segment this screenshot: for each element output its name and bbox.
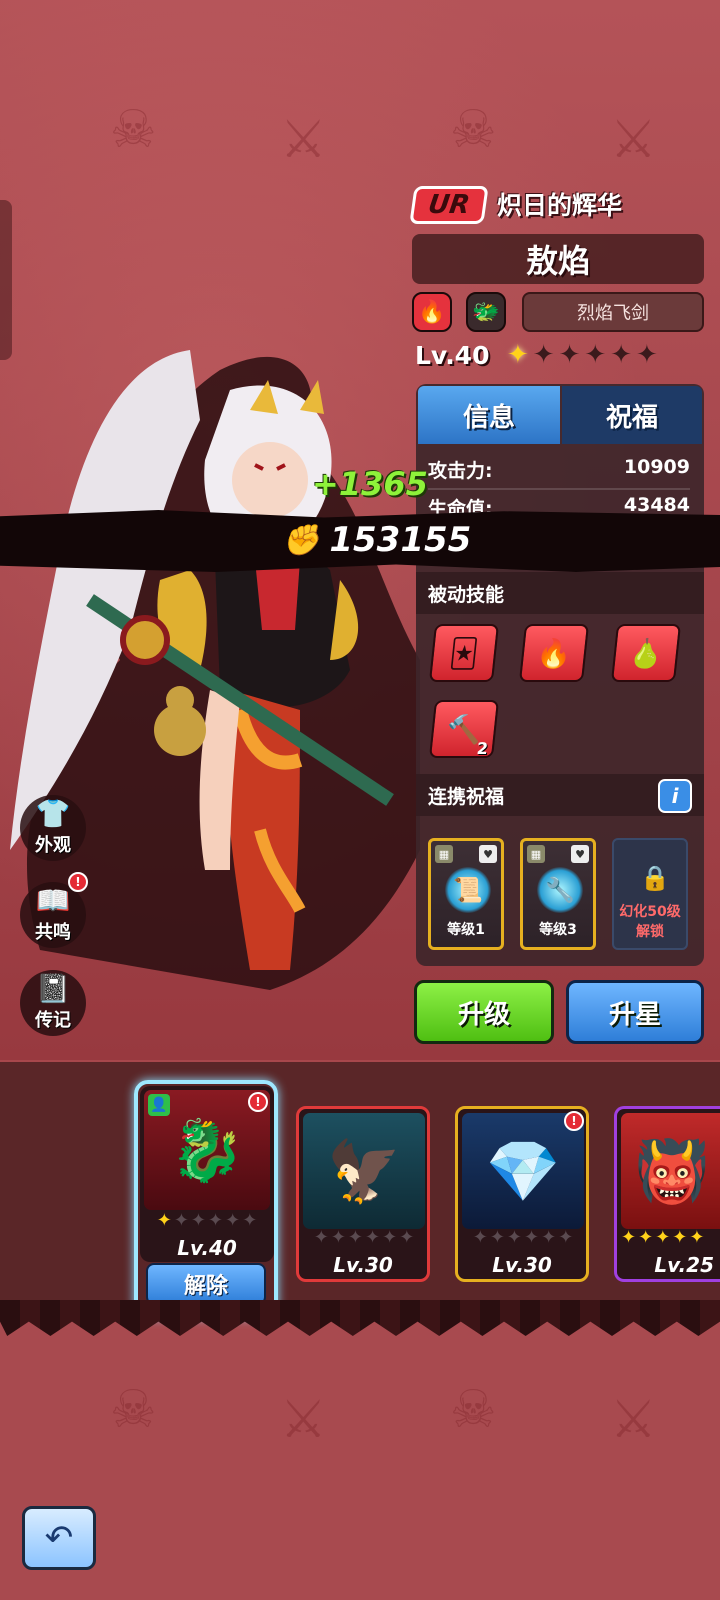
appearance-label: 外观: [35, 835, 71, 856]
resonance-label: 共鸣: [35, 922, 71, 943]
divider: [428, 488, 690, 490]
bg-pattern-icon: ☠: [450, 100, 497, 160]
alert-icon: !: [564, 1111, 584, 1131]
journal-icon: 📓: [35, 972, 71, 1005]
unlock-hint-line2: 解锁: [636, 924, 664, 940]
bg-pattern-icon: ☠: [450, 1380, 497, 1440]
hero-card[interactable]: 💎 ! ✦ ✦ ✦ ✦ ✦ ✦ Lv.30: [455, 1106, 589, 1282]
hero-portrait: 👹: [621, 1113, 720, 1229]
bg-pattern-icon: ⚔: [610, 1390, 657, 1450]
power-value: 153155: [329, 520, 472, 560]
flame-icon[interactable]: 🔥: [518, 624, 590, 682]
rarity-badge: UR: [409, 186, 489, 224]
power-delta: +1365: [312, 465, 428, 503]
bg-pattern-icon: ☠: [110, 1380, 157, 1440]
info-button[interactable]: i: [658, 779, 692, 813]
bg-pattern-icon: ⚔: [280, 110, 327, 170]
book-icon: ▦: [527, 845, 545, 863]
card-stars: ✦ ✦ ✦ ✦ ✦ ✦: [313, 1227, 415, 1248]
staff-icon[interactable]: 🔨 2: [428, 700, 500, 758]
background-bottom: [0, 1320, 720, 1600]
back-button[interactable]: ↶: [22, 1506, 96, 1570]
appearance-button[interactable]: 👕 外观: [20, 795, 86, 861]
biography-button[interactable]: 📓 传记: [20, 970, 86, 1036]
stat-value: 10909: [623, 456, 690, 478]
shirt-icon: 👕: [35, 797, 71, 830]
skill-badge: 2: [475, 739, 489, 758]
blessing-level: 等级1: [447, 922, 485, 938]
back-arrow-icon: ↶: [44, 1518, 74, 1558]
book-icon: 📖: [35, 884, 71, 917]
wrench-icon: 🔧: [537, 867, 583, 913]
hero-title: 炽日的辉华: [497, 191, 623, 220]
star-icon: ✦: [558, 340, 581, 370]
card-stars: ✦ ✦ ✦ ✦ ✦ ✦: [472, 1227, 574, 1248]
star-icon: ✦: [610, 340, 632, 370]
stat-attack: 攻击力: 10909: [428, 456, 690, 483]
star-up-button[interactable]: 升星: [566, 980, 704, 1044]
star-icon: ✦: [635, 340, 658, 370]
stat-label: 攻击力:: [428, 460, 493, 482]
biography-label: 传记: [35, 1010, 71, 1031]
hero-portrait: 💎: [462, 1113, 584, 1229]
unlock-hint: 幻化50级 解锁: [614, 902, 686, 942]
hero-level: Lv.40: [415, 341, 490, 370]
blessing-slot-1[interactable]: ▦ ♥ 📜 等级1: [428, 838, 504, 950]
lock-icon: 🔒: [640, 864, 670, 892]
star-icon: ✦: [584, 340, 607, 370]
fire-icon[interactable]: 🔥: [412, 292, 452, 332]
upgrade-button[interactable]: 升级: [414, 980, 554, 1044]
hero-card[interactable]: 👹 ✦ ✦ ✦ ✦ ✦ Lv.25: [614, 1106, 720, 1282]
hero-card[interactable]: 🦅 ✦ ✦ ✦ ✦ ✦ ✦ Lv.30: [296, 1106, 430, 1282]
scroll-icon: 📜: [445, 867, 491, 913]
unequip-button[interactable]: 解除: [146, 1263, 266, 1305]
cards-icon[interactable]: 🃏: [428, 624, 500, 682]
hero-stars: ✦ ✦ ✦ ✦ ✦ ✦: [507, 340, 658, 370]
blessing-slot-locked[interactable]: 🔒 幻化50级 解锁: [612, 838, 688, 950]
passive-skills-heading: 被动技能: [416, 572, 704, 614]
heart-icon: ♥: [571, 845, 589, 863]
card-level: Lv.30: [333, 1253, 393, 1277]
star-icon: ✦: [532, 340, 555, 370]
fist-icon: ✊: [282, 522, 320, 558]
star-icon: ✦: [507, 340, 529, 370]
alert-icon: !: [68, 872, 88, 892]
tab-blessing[interactable]: 祝福: [562, 386, 702, 444]
card-level: Lv.25: [654, 1253, 714, 1277]
hero-name: 敖焰: [412, 234, 704, 284]
bg-pattern-icon: ☠: [110, 100, 157, 160]
weapon-tag[interactable]: 烈焰飞剑: [522, 292, 704, 332]
book-icon: ▦: [435, 845, 453, 863]
hero-portrait: 🦅: [303, 1113, 425, 1229]
tab-info[interactable]: 信息: [418, 386, 560, 444]
combat-power: ✊ 153155: [282, 520, 471, 560]
bg-pattern-icon: ⚔: [280, 1390, 327, 1450]
blessing-slot-2[interactable]: ▦ ♥ 🔧 等级3: [520, 838, 596, 950]
unlock-hint-line1: 幻化50级: [619, 904, 681, 920]
card-stars: ✦ ✦ ✦ ✦ ✦: [621, 1227, 705, 1248]
bg-pattern-icon: ⚔: [610, 110, 657, 170]
gourd-icon[interactable]: 🍐: [610, 624, 682, 682]
heart-icon: ♥: [479, 845, 497, 863]
card-level: Lv.30: [492, 1253, 552, 1277]
dragon-icon[interactable]: 🐲: [466, 292, 506, 332]
blessing-level: 等级3: [539, 922, 577, 938]
